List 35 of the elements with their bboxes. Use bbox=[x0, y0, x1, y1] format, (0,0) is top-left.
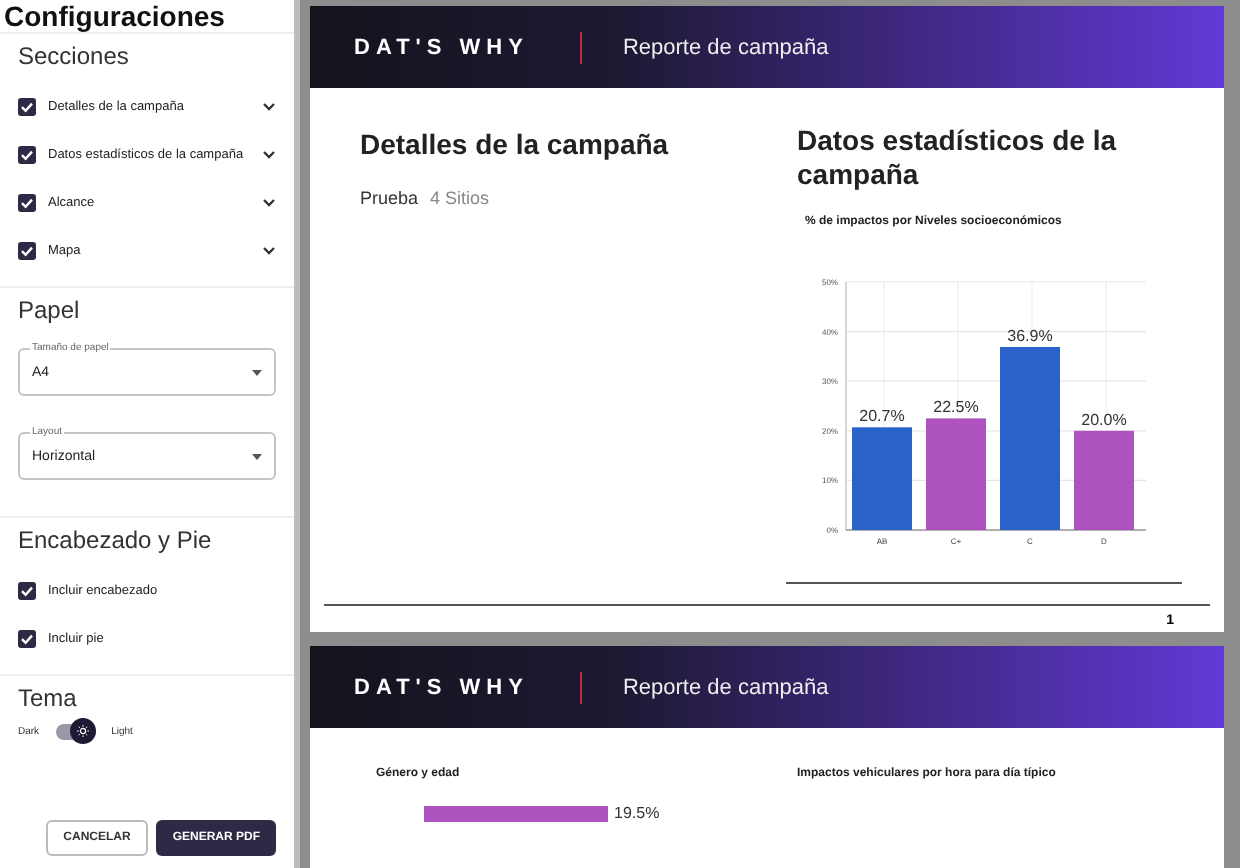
section-heading: Tema bbox=[18, 684, 79, 712]
checkbox[interactable] bbox=[18, 193, 36, 211]
chevron-icon[interactable] bbox=[262, 197, 276, 207]
dropdown-icon[interactable] bbox=[252, 369, 262, 375]
section-heading: Secciones bbox=[18, 42, 131, 70]
value-label: 22.5% bbox=[932, 398, 978, 417]
bar bbox=[1073, 430, 1133, 530]
checkbox[interactable] bbox=[18, 145, 36, 163]
logo: DAT'S WHY bbox=[354, 675, 529, 699]
section-heading: Papel bbox=[18, 296, 82, 324]
section-title: Datos estadísticos de la campaña bbox=[795, 124, 1119, 192]
campaign-name: Prueba bbox=[360, 188, 419, 208]
checkbox[interactable] bbox=[18, 629, 36, 647]
dropdown-icon[interactable] bbox=[252, 453, 262, 459]
logo: DAT'S WHY bbox=[354, 35, 529, 59]
bar bbox=[925, 418, 985, 530]
theme-switch[interactable] bbox=[55, 724, 96, 740]
value-label: 19.5% bbox=[614, 804, 660, 822]
chevron-icon[interactable] bbox=[262, 149, 276, 159]
bar bbox=[851, 427, 911, 530]
report-title: Reporte de campaña bbox=[622, 35, 829, 59]
section-heading: Encabezado y Pie bbox=[18, 526, 214, 554]
section-title: Detalles de la campaña bbox=[360, 128, 671, 162]
sun-icon bbox=[75, 724, 90, 738]
checkbox[interactable] bbox=[18, 581, 36, 599]
chevron-icon[interactable] bbox=[262, 101, 276, 111]
checkbox[interactable] bbox=[18, 241, 36, 259]
chevron-icon[interactable] bbox=[262, 245, 276, 255]
value-label: 20.0% bbox=[1080, 410, 1126, 429]
report-title: Reporte de campaña bbox=[622, 675, 829, 699]
sidebar-title: Configuraciones bbox=[2, 0, 227, 32]
checkbox[interactable] bbox=[18, 97, 36, 115]
value-label: 36.9% bbox=[1006, 327, 1052, 345]
value-label: 20.7% bbox=[858, 407, 904, 426]
site-count: 4 Sitios bbox=[430, 188, 490, 208]
